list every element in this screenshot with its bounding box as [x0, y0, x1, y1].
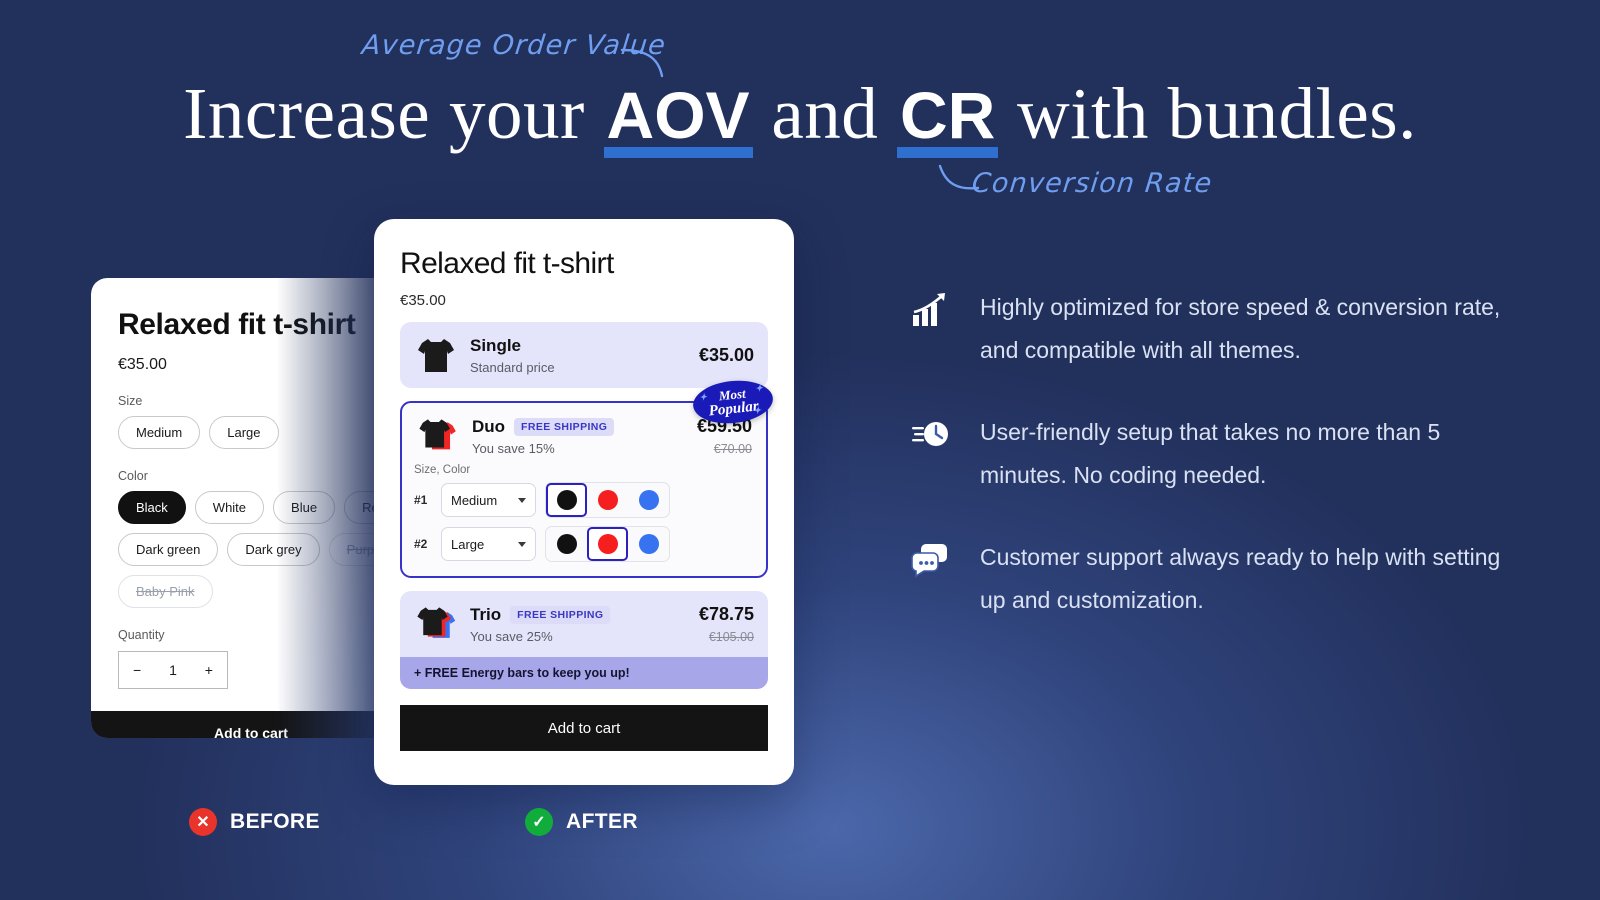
variant-selector-group: Size, Color #1 Medium #2 Large [402, 464, 766, 576]
before-size-option[interactable]: Large [209, 416, 279, 449]
before-quantity-label: Quantity [118, 628, 165, 642]
color-swatch-black-1[interactable] [546, 483, 587, 517]
headline-part3: with bundles. [998, 73, 1417, 154]
feature-item: User-friendly setup that takes no more t… [908, 411, 1508, 496]
after-product-card: Relaxed fit t-shirt €35.00 Single Standa… [374, 219, 794, 785]
tshirt-icon-trio [414, 604, 458, 644]
check-circle-icon: ✓ [525, 808, 553, 836]
variant-index-2: #2 [414, 537, 428, 551]
before-add-to-cart-button[interactable]: Add to cart [91, 711, 411, 738]
variant-row-1: #1 Medium [414, 482, 754, 518]
before-size-options: Medium Large [118, 416, 411, 449]
before-product-title: Relaxed fit t-shirt [118, 308, 356, 341]
chat-bubbles-icon [908, 536, 954, 582]
before-color-option-baby-pink: Baby Pink [118, 575, 213, 608]
quantity-value: 1 [169, 662, 177, 678]
page-title: Increase your AOV and CR with bundles. [0, 72, 1600, 156]
tshirt-icon-duo [416, 416, 460, 456]
feature-list: Highly optimized for store speed & conve… [908, 286, 1508, 661]
before-color-option-white[interactable]: White [194, 491, 265, 524]
bundle-compare-at-duo: €70.00 [713, 442, 752, 456]
growth-chart-icon [908, 286, 954, 332]
bundle-subtitle-duo: You save 15% [472, 440, 555, 456]
legend-before: ✕ BEFORE [189, 808, 320, 836]
headline-emphasis-cr: CR [897, 78, 998, 152]
variant-size-select-1[interactable]: Medium [441, 483, 536, 517]
feature-text: Highly optimized for store speed & conve… [980, 294, 1501, 363]
bundle-name-duo: Duo [472, 416, 506, 436]
before-color-option-blue[interactable]: Blue [273, 491, 336, 524]
legend-after: ✓ AFTER [525, 808, 638, 836]
color-swatch-blue-2[interactable] [628, 527, 669, 561]
trio-gift-banner: + FREE Energy bars to keep you up! [400, 657, 768, 689]
free-shipping-badge-duo: FREE SHIPPING [514, 417, 615, 436]
variant-size-select-2[interactable]: Large [441, 527, 536, 561]
before-color-options: Black White Blue Red Dark green Dark gre… [118, 491, 411, 608]
fast-clock-icon [908, 411, 954, 457]
after-product-price: €35.00 [400, 292, 446, 309]
feature-item: Customer support always ready to help wi… [908, 536, 1508, 621]
annotation-cr: Conversion Rate [970, 168, 1215, 199]
annotation-aov: Average Order Value [360, 30, 668, 61]
bundle-name-single: Single [470, 335, 522, 355]
before-size-option[interactable]: Medium [118, 416, 201, 449]
bundle-subtitle-single: Standard price [470, 359, 555, 375]
tshirt-icon-single [414, 335, 458, 375]
variant-index-1: #1 [414, 493, 428, 507]
before-size-label: Size [118, 394, 143, 408]
variant-color-swatches-1 [545, 482, 670, 518]
bundle-option-single[interactable]: Single Standard price €35.00 [400, 322, 768, 388]
headline-part1: Increase your [183, 73, 604, 154]
bundle-price-single: €35.00 [698, 344, 754, 365]
before-color-option-black[interactable]: Black [118, 491, 186, 524]
legend-before-label: BEFORE [230, 810, 320, 833]
color-swatch-black-2[interactable] [546, 527, 587, 561]
color-swatch-blue-1[interactable] [628, 483, 669, 517]
variant-row-2: #2 Large [414, 526, 754, 562]
bundle-option-duo[interactable]: ✦ ✦ ✦ Most Popular Duo FREE SHIPPING You… [400, 376, 775, 578]
x-circle-icon: ✕ [189, 808, 217, 836]
color-swatch-red-1[interactable] [587, 483, 628, 517]
legend-after-label: AFTER [566, 810, 638, 833]
after-product-title: Relaxed fit t-shirt [400, 247, 614, 280]
variants-label: Size, Color [414, 464, 471, 476]
before-color-option-dark-grey[interactable]: Dark grey [227, 533, 320, 566]
bundle-option-trio[interactable]: Trio FREE SHIPPING You save 25% €78.75 €… [400, 591, 768, 689]
before-quantity-stepper[interactable]: − 1 + [118, 651, 228, 689]
bundle-price-trio: €78.75 [698, 604, 754, 624]
chevron-down-icon [518, 541, 526, 547]
bundle-compare-at-trio: €105.00 [708, 630, 754, 644]
before-color-label: Color [118, 469, 148, 483]
after-add-to-cart-button[interactable]: Add to cart [400, 705, 768, 751]
bundle-subtitle-trio: You save 25% [470, 628, 553, 644]
bundle-name-trio: Trio [470, 604, 502, 624]
variant-size-value-2: Large [451, 536, 485, 552]
chevron-down-icon [518, 497, 526, 503]
feature-text: User-friendly setup that takes no more t… [980, 419, 1441, 488]
before-product-price: €35.00 [118, 356, 167, 373]
feature-item: Highly optimized for store speed & conve… [908, 286, 1508, 371]
color-swatch-red-2[interactable] [587, 527, 628, 561]
before-product-card: Relaxed fit t-shirt €35.00 Size Medium L… [91, 278, 411, 738]
quantity-increment-button[interactable]: + [205, 662, 213, 678]
most-popular-line2: Popular [707, 397, 760, 420]
free-shipping-badge-trio: FREE SHIPPING [510, 605, 611, 624]
feature-text: Customer support always ready to help wi… [980, 544, 1501, 613]
quantity-decrement-button[interactable]: − [133, 662, 141, 678]
variant-color-swatches-2 [545, 526, 670, 562]
headline-emphasis-aov: AOV [604, 78, 753, 152]
before-color-option-dark-green[interactable]: Dark green [118, 533, 219, 566]
headline-part2: and [752, 73, 897, 154]
variant-size-value-1: Medium [451, 492, 498, 508]
